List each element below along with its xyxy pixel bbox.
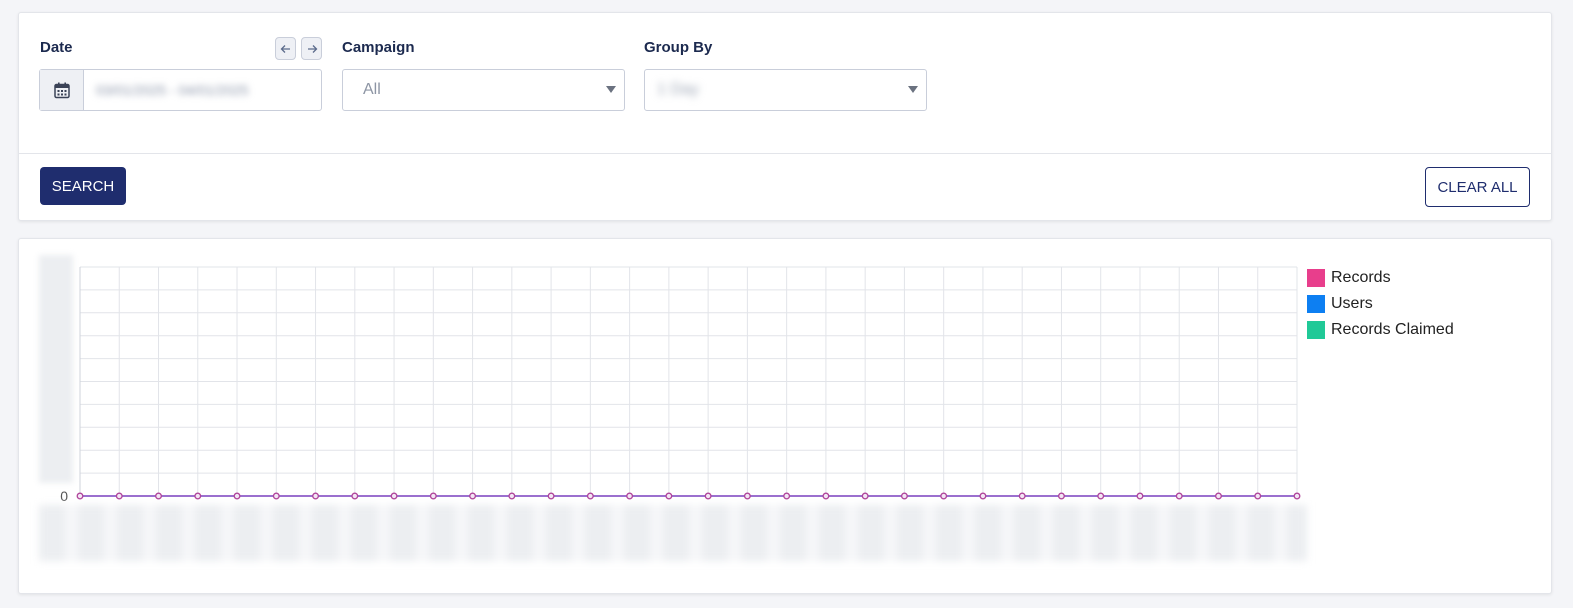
data-point	[1254, 492, 1262, 500]
data-point	[1097, 492, 1105, 500]
calendar-icon	[53, 82, 70, 98]
divider	[19, 153, 1551, 154]
data-point	[704, 492, 712, 500]
x-axis-tick-labels	[39, 505, 1307, 561]
legend-label: Records Claimed	[1331, 321, 1454, 338]
data-point	[469, 492, 477, 500]
data-point	[743, 492, 751, 500]
data-point	[429, 492, 437, 500]
arrow-left-icon	[280, 44, 290, 53]
next-range-button[interactable]	[301, 37, 322, 60]
data-point	[822, 492, 830, 500]
data-point	[1136, 492, 1144, 500]
chevron-down-icon	[908, 86, 918, 93]
data-point	[155, 492, 162, 500]
data-point	[1018, 492, 1026, 500]
chevron-down-icon	[606, 86, 616, 93]
campaign-select[interactable]: All	[342, 69, 625, 111]
legend-label: Records	[1331, 269, 1391, 286]
arrow-right-icon	[307, 44, 317, 53]
previous-range-button[interactable]	[275, 37, 296, 60]
filter-panel: Date 03/01/2025 - 04/01/2025 Campaign Al…	[18, 12, 1552, 221]
data-point	[783, 492, 791, 500]
date-range-field[interactable]: 03/01/2025 - 04/01/2025	[39, 69, 322, 111]
date-label: Date	[40, 39, 73, 56]
group-by-select[interactable]: 1 Day	[644, 69, 927, 111]
data-point	[312, 492, 319, 500]
data-point	[940, 492, 948, 500]
data-point	[194, 492, 202, 500]
legend-swatch	[1307, 321, 1325, 339]
data-point	[115, 492, 123, 500]
chart-legend: Records Users Records Claimed	[1307, 265, 1454, 343]
data-point	[547, 492, 555, 500]
data-point	[586, 492, 594, 500]
data-point	[76, 492, 84, 500]
legend-item[interactable]: Records	[1307, 265, 1454, 291]
data-point	[233, 492, 241, 500]
legend-item[interactable]: Records Claimed	[1307, 317, 1454, 343]
calendar-button[interactable]	[40, 70, 84, 110]
data-point	[272, 492, 280, 500]
data-point	[1058, 492, 1065, 500]
clear-all-button[interactable]: CLEAR ALL	[1425, 167, 1530, 207]
legend-label: Users	[1331, 295, 1373, 312]
search-button[interactable]: SEARCH	[40, 167, 126, 205]
group-by-selected-value: 1 Day	[657, 81, 699, 98]
campaign-label: Campaign	[342, 39, 415, 56]
data-point	[861, 492, 869, 500]
data-point	[1215, 492, 1222, 500]
data-point	[351, 492, 359, 500]
data-point	[508, 492, 516, 500]
data-point	[626, 492, 634, 500]
y-axis-tick-zero: 0	[60, 488, 68, 504]
data-point	[390, 492, 398, 500]
data-point	[1175, 492, 1183, 500]
legend-swatch	[1307, 269, 1325, 287]
campaign-selected-value: All	[363, 81, 381, 98]
legend-swatch	[1307, 295, 1325, 313]
data-point	[665, 492, 673, 500]
data-point	[1293, 492, 1301, 500]
group-by-label: Group By	[644, 39, 713, 56]
chart-panel: 0 Records Users Records Claimed	[18, 238, 1552, 594]
data-point	[900, 492, 908, 500]
legend-item[interactable]: Users	[1307, 291, 1454, 317]
date-range-value[interactable]: 03/01/2025 - 04/01/2025	[84, 70, 321, 110]
data-point	[979, 492, 987, 500]
